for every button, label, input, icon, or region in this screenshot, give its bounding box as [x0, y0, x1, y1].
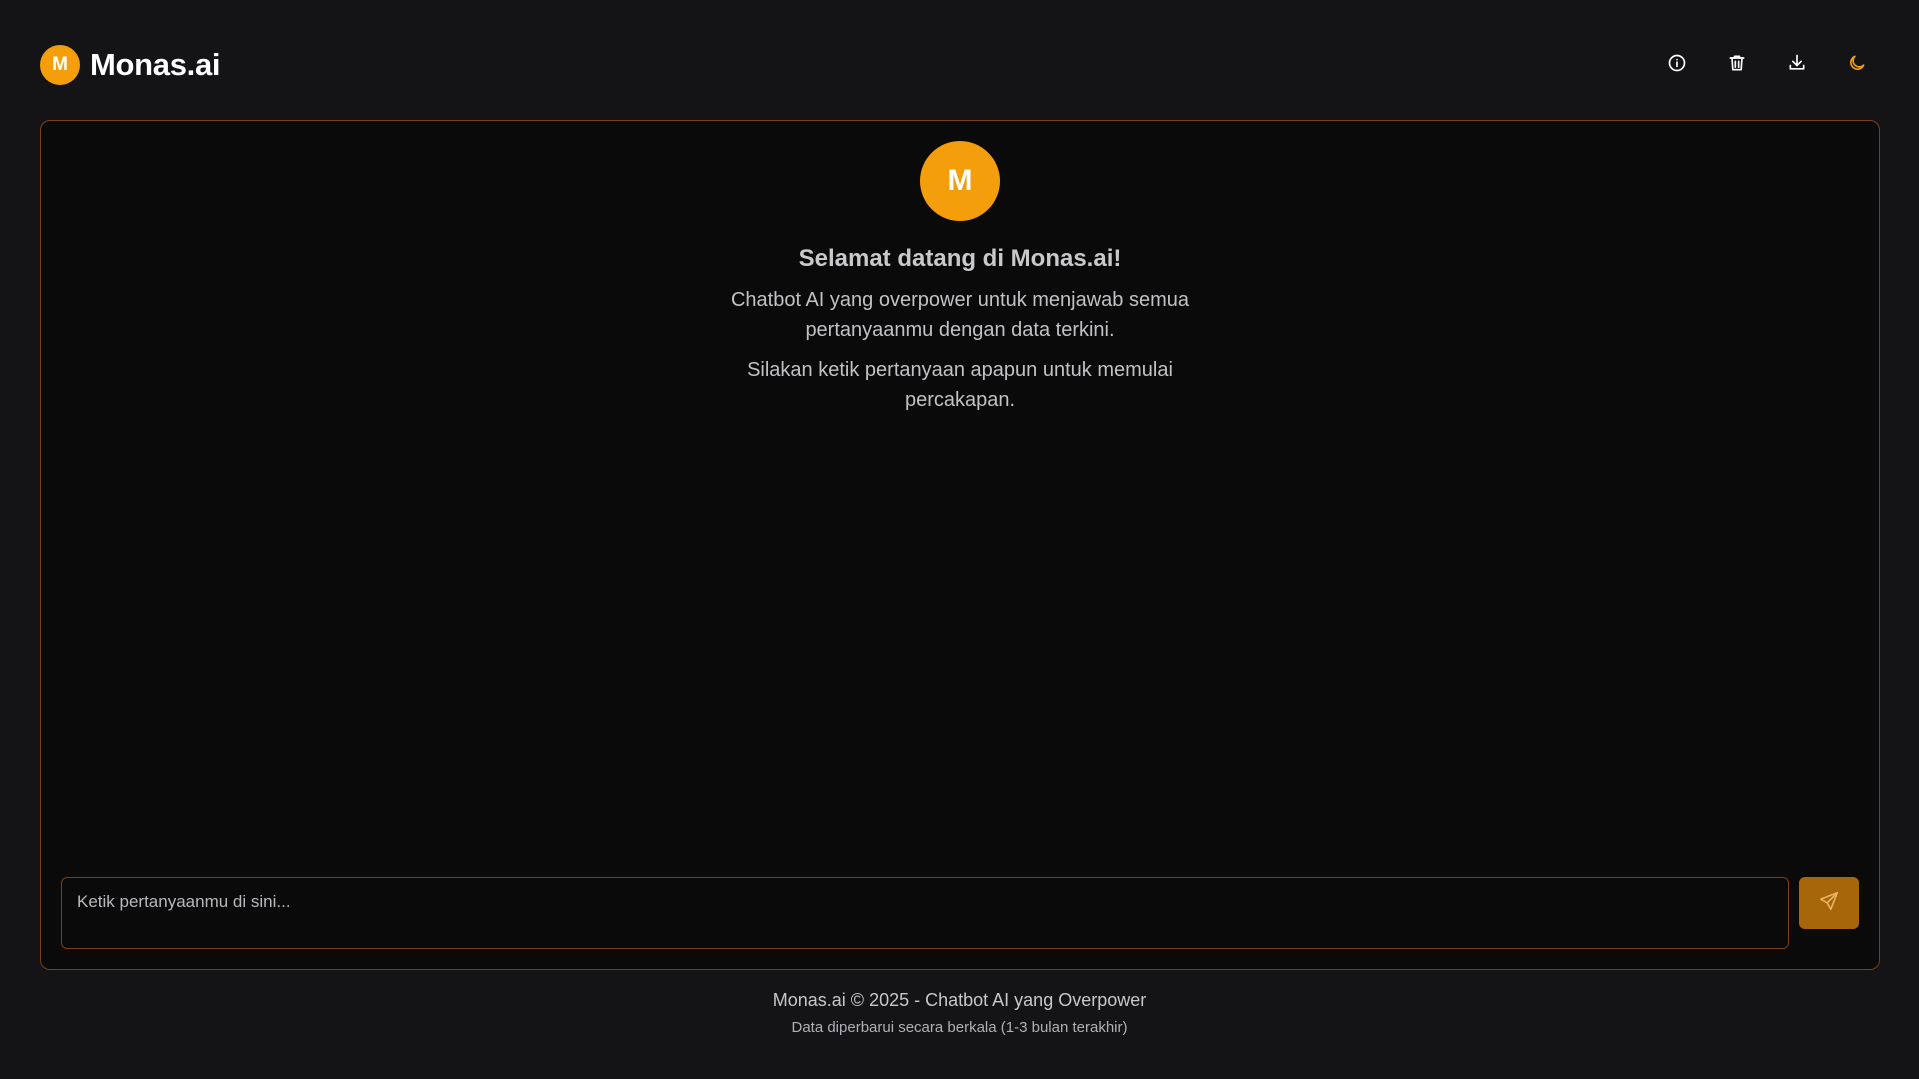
send-button[interactable] — [1799, 877, 1859, 929]
brand-logo: M — [40, 45, 80, 85]
theme-toggle-button[interactable] — [1841, 49, 1873, 81]
message-input[interactable] — [61, 877, 1789, 949]
header-toolbar — [1661, 49, 1873, 81]
welcome-section: M Selamat datang di Monas.ai! Chatbot AI… — [41, 141, 1879, 415]
info-icon — [1667, 53, 1687, 78]
welcome-avatar: M — [920, 141, 1000, 221]
download-button[interactable] — [1781, 49, 1813, 81]
download-icon — [1787, 53, 1807, 78]
welcome-title: Selamat datang di Monas.ai! — [798, 245, 1122, 272]
send-icon — [1818, 890, 1840, 917]
info-button[interactable] — [1661, 49, 1693, 81]
clear-chat-button[interactable] — [1721, 49, 1753, 81]
trash-icon — [1727, 53, 1747, 78]
app-title: Monas.ai — [90, 47, 221, 82]
footer-update-note: Data diperbarui secara berkala (1-3 bula… — [791, 1019, 1128, 1036]
welcome-instruction: Silakan ketik pertanyaan apapun untuk me… — [747, 359, 1173, 411]
app-header: M Monas.ai — [40, 44, 1879, 86]
footer-copyright: Monas.ai © 2025 - Chatbot AI yang Overpo… — [772, 990, 1147, 1010]
message-input-row — [61, 877, 1859, 949]
chat-panel: M Selamat datang di Monas.ai! Chatbot AI… — [40, 120, 1880, 970]
footer: Monas.ai © 2025 - Chatbot AI yang Overpo… — [0, 990, 1919, 1036]
moon-icon — [1847, 53, 1867, 78]
brand: M Monas.ai — [40, 45, 221, 85]
welcome-description: Chatbot AI yang overpower untuk menjawab… — [730, 289, 1190, 341]
